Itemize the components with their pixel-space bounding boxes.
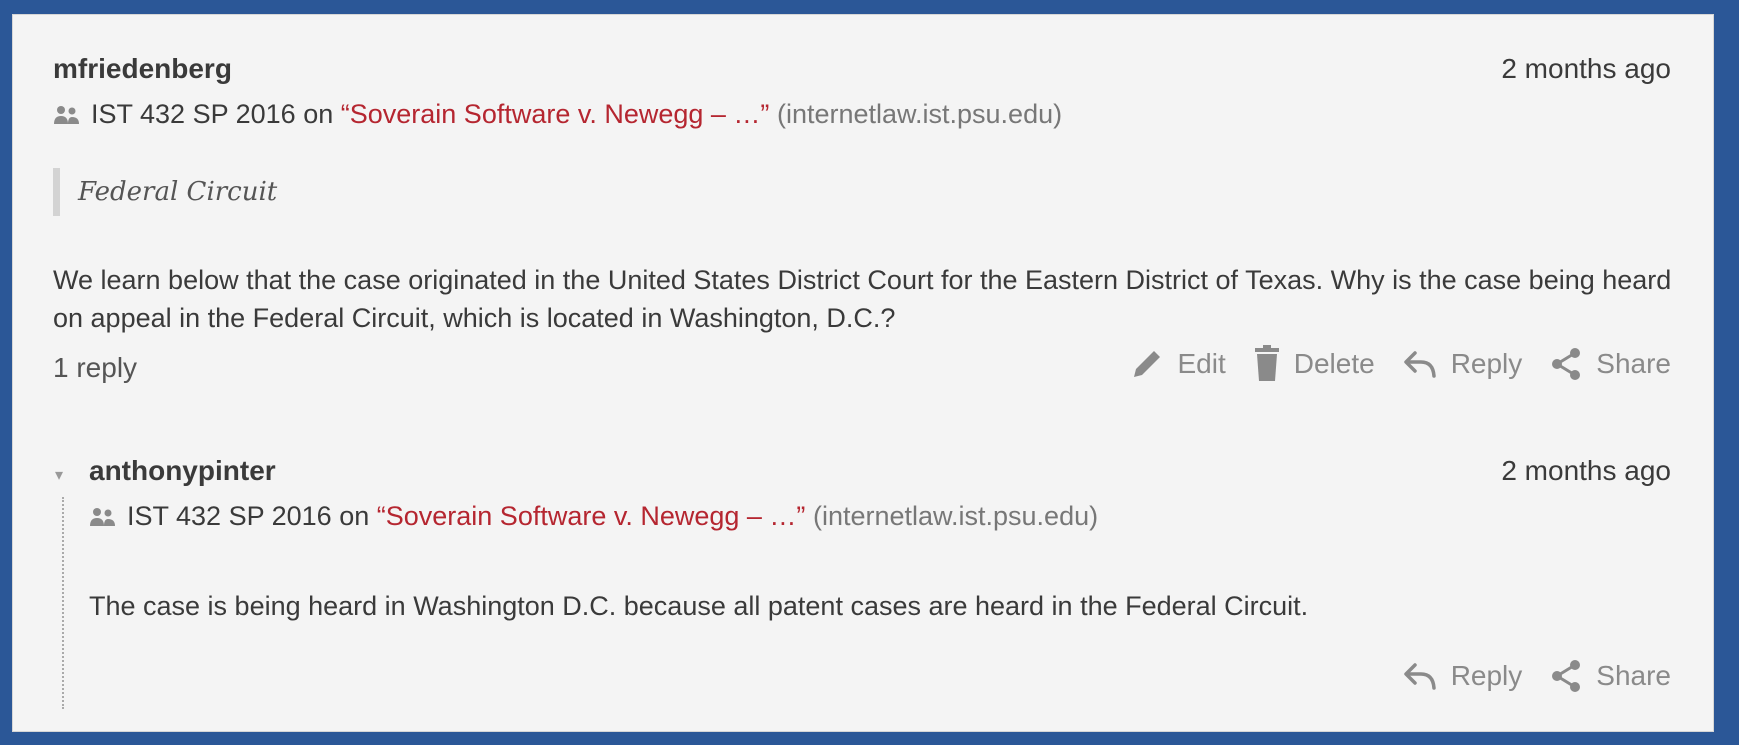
annotation-body: We learn below that the case originated … bbox=[53, 265, 1672, 333]
delete-button[interactable]: Delete bbox=[1254, 345, 1375, 383]
share-button[interactable]: Share bbox=[1550, 347, 1671, 381]
edit-button[interactable]: Edit bbox=[1130, 347, 1226, 381]
share-icon bbox=[1552, 660, 1581, 692]
reply-share-label: Share bbox=[1596, 660, 1671, 691]
reply-body: The case is being heard in Washington D.… bbox=[89, 591, 1309, 621]
reply-share-button[interactable]: Share bbox=[1550, 659, 1671, 693]
reply-meta: IST 432 SP 2016 on “Soverain Software v.… bbox=[89, 501, 1098, 532]
trash-icon bbox=[1254, 345, 1279, 381]
annotation-username[interactable]: mfriedenberg bbox=[53, 53, 232, 85]
reply-timestamp[interactable]: 2 months ago bbox=[1501, 455, 1671, 487]
pencil-icon bbox=[1133, 351, 1160, 377]
reply-icon bbox=[1403, 351, 1436, 378]
share-label: Share bbox=[1596, 348, 1671, 379]
collapse-toggle-icon[interactable]: ▾ bbox=[55, 465, 63, 485]
reply-actions: Reply Share bbox=[1375, 659, 1671, 693]
reply-reply-button[interactable]: Reply bbox=[1403, 660, 1523, 692]
thread-line bbox=[62, 497, 64, 709]
reply-group-name[interactable]: IST 432 SP 2016 bbox=[127, 501, 332, 532]
reply-on-label: on bbox=[339, 501, 370, 531]
reply-label: Reply bbox=[1450, 348, 1523, 379]
document-domain: (internetlaw.ist.psu.edu) bbox=[776, 99, 1063, 129]
annotation-quote: Federal Circuit bbox=[53, 168, 277, 216]
reply-reply-label: Reply bbox=[1450, 660, 1523, 691]
edit-label: Edit bbox=[1177, 348, 1226, 379]
annotation-actions: Edit Delete Reply Share bbox=[1102, 345, 1671, 383]
reply-document-link[interactable]: “Soverain Software v. Newegg – …” bbox=[377, 501, 806, 532]
annotation-meta: IST 432 SP 2016 on “Soverain Software v.… bbox=[53, 99, 1062, 130]
group-icon bbox=[90, 507, 115, 526]
document-link[interactable]: “Soverain Software v. Newegg – …” bbox=[341, 99, 770, 130]
reply-document-domain: (internetlaw.ist.psu.edu) bbox=[812, 501, 1099, 531]
share-icon bbox=[1552, 348, 1581, 380]
reply-button[interactable]: Reply bbox=[1403, 348, 1523, 380]
on-label: on bbox=[303, 99, 334, 129]
annotation-card: mfriedenberg 2 months ago IST 432 SP 201… bbox=[12, 14, 1714, 732]
reply-count[interactable]: 1 reply bbox=[53, 352, 137, 384]
reply-username[interactable]: anthonypinter bbox=[89, 455, 276, 487]
group-icon bbox=[54, 105, 79, 124]
group-name[interactable]: IST 432 SP 2016 bbox=[91, 99, 296, 130]
delete-label: Delete bbox=[1293, 348, 1375, 379]
annotation-timestamp[interactable]: 2 months ago bbox=[1501, 53, 1671, 85]
reply-icon bbox=[1403, 663, 1436, 690]
